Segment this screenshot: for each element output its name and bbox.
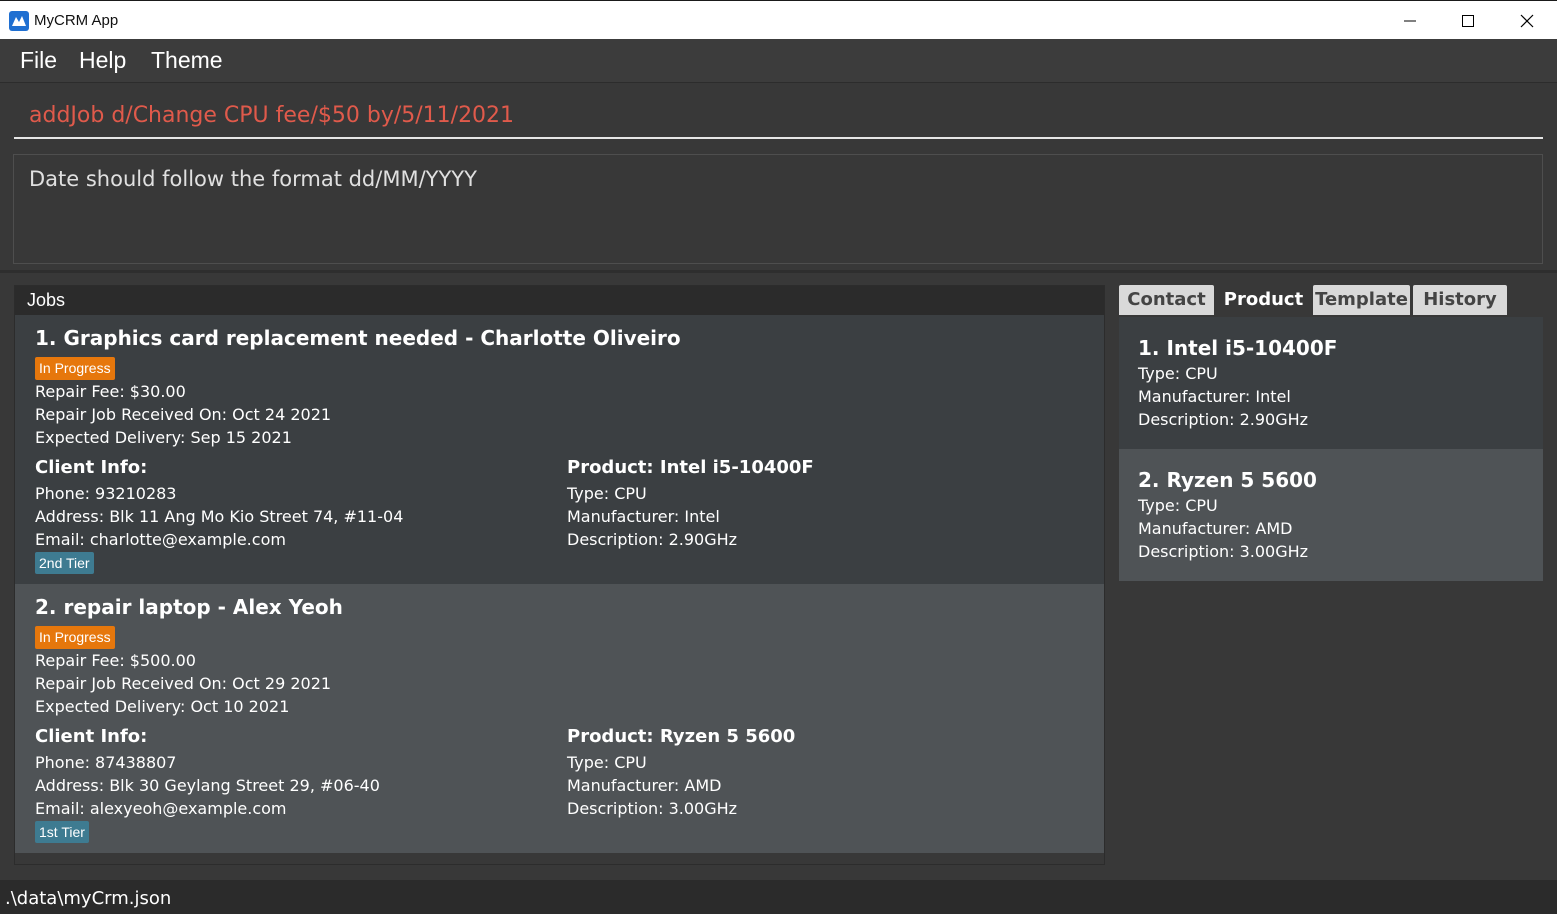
data-file-path: .\data\myCrm.json — [5, 888, 172, 909]
client-info-heading: Client Info: — [35, 726, 148, 747]
client-phone: Phone: 93210283 — [35, 484, 177, 503]
tab-product[interactable]: Product — [1217, 285, 1310, 315]
menu-help[interactable]: Help — [79, 47, 126, 74]
repair-fee: Repair Fee: $30.00 — [35, 382, 186, 401]
client-phone: Phone: 87438807 — [35, 753, 177, 772]
received-date: Repair Job Received On: Oct 29 2021 — [35, 674, 332, 693]
window-title: MyCRM App — [34, 12, 119, 29]
client-email: Email: charlotte@example.com — [35, 530, 286, 549]
job-card[interactable]: 1. Graphics card replacement needed - Ch… — [15, 315, 1104, 584]
product-title: 2. Ryzen 5 5600 — [1138, 468, 1317, 492]
product-manufacturer: Manufacturer: AMD — [567, 776, 722, 795]
product-list: 1. Intel i5-10400F Type: CPU Manufacture… — [1119, 317, 1543, 864]
product-description: Description: 2.90GHz — [567, 530, 738, 549]
client-info-heading: Client Info: — [35, 457, 148, 478]
product-type: Type: CPU — [567, 484, 647, 503]
side-tabs: Contact Product Template History — [1119, 285, 1543, 317]
product-card[interactable]: 2. Ryzen 5 5600 Type: CPU Manufacturer: … — [1119, 449, 1543, 581]
tab-template[interactable]: Template — [1313, 285, 1410, 315]
product-manufacturer: Manufacturer: AMD — [1138, 519, 1293, 538]
expected-delivery: Expected Delivery: Sep 15 2021 — [35, 428, 292, 447]
tab-contact[interactable]: Contact — [1119, 285, 1214, 315]
maximize-button[interactable] — [1439, 1, 1497, 40]
divider — [0, 270, 1557, 273]
result-message: Date should follow the format dd/MM/YYYY — [29, 167, 477, 191]
title-bar: MyCRM App — [0, 0, 1557, 39]
product-heading: Product: Ryzen 5 5600 — [567, 726, 796, 747]
product-type: Type: CPU — [1138, 364, 1218, 383]
tier-badge: 1st Tier — [35, 821, 89, 843]
job-title: 2. repair laptop - Alex Yeoh — [35, 595, 343, 619]
result-display: Date should follow the format dd/MM/YYYY — [13, 154, 1543, 264]
repair-fee: Repair Fee: $500.00 — [35, 651, 196, 670]
product-manufacturer: Manufacturer: Intel — [567, 507, 720, 526]
client-address: Address: Blk 11 Ang Mo Kio Street 74, #1… — [35, 507, 404, 526]
maximize-icon — [1462, 14, 1474, 27]
minimize-icon — [1404, 20, 1416, 21]
client-address: Address: Blk 30 Geylang Street 29, #06-4… — [35, 776, 380, 795]
expected-delivery: Expected Delivery: Oct 10 2021 — [35, 697, 290, 716]
job-title: 1. Graphics card replacement needed - Ch… — [35, 326, 681, 350]
product-description: Description: 2.90GHz — [1138, 410, 1309, 429]
status-badge: In Progress — [35, 626, 115, 649]
command-input[interactable] — [14, 93, 1543, 139]
product-manufacturer: Manufacturer: Intel — [1138, 387, 1291, 406]
app-icon — [9, 11, 29, 31]
menu-theme[interactable]: Theme — [151, 47, 223, 74]
job-card[interactable]: 2. repair laptop - Alex Yeoh In Progress… — [15, 584, 1104, 853]
tab-history[interactable]: History — [1413, 285, 1507, 315]
product-title: 1. Intel i5-10400F — [1138, 336, 1338, 360]
jobs-panel: Jobs 1. Graphics card replacement needed… — [14, 285, 1105, 865]
jobs-header-label: Jobs — [27, 290, 66, 310]
tier-badge: 2nd Tier — [35, 552, 94, 574]
product-card[interactable]: 1. Intel i5-10400F Type: CPU Manufacture… — [1119, 317, 1543, 449]
jobs-header: Jobs — [15, 286, 1104, 315]
product-heading: Product: Intel i5-10400F — [567, 457, 814, 478]
status-bar: .\data\myCrm.json — [0, 880, 1557, 914]
received-date: Repair Job Received On: Oct 24 2021 — [35, 405, 332, 424]
product-type: Type: CPU — [567, 753, 647, 772]
close-button[interactable] — [1498, 1, 1556, 40]
product-description: Description: 3.00GHz — [567, 799, 738, 818]
product-type: Type: CPU — [1138, 496, 1218, 515]
minimize-button[interactable] — [1381, 1, 1439, 40]
status-badge: In Progress — [35, 357, 115, 380]
menu-file[interactable]: File — [20, 47, 57, 74]
close-icon — [1520, 14, 1534, 27]
command-box — [0, 83, 1557, 147]
menu-bar: File Help Theme — [0, 39, 1557, 83]
product-description: Description: 3.00GHz — [1138, 542, 1309, 561]
client-email: Email: alexyeoh@example.com — [35, 799, 287, 818]
